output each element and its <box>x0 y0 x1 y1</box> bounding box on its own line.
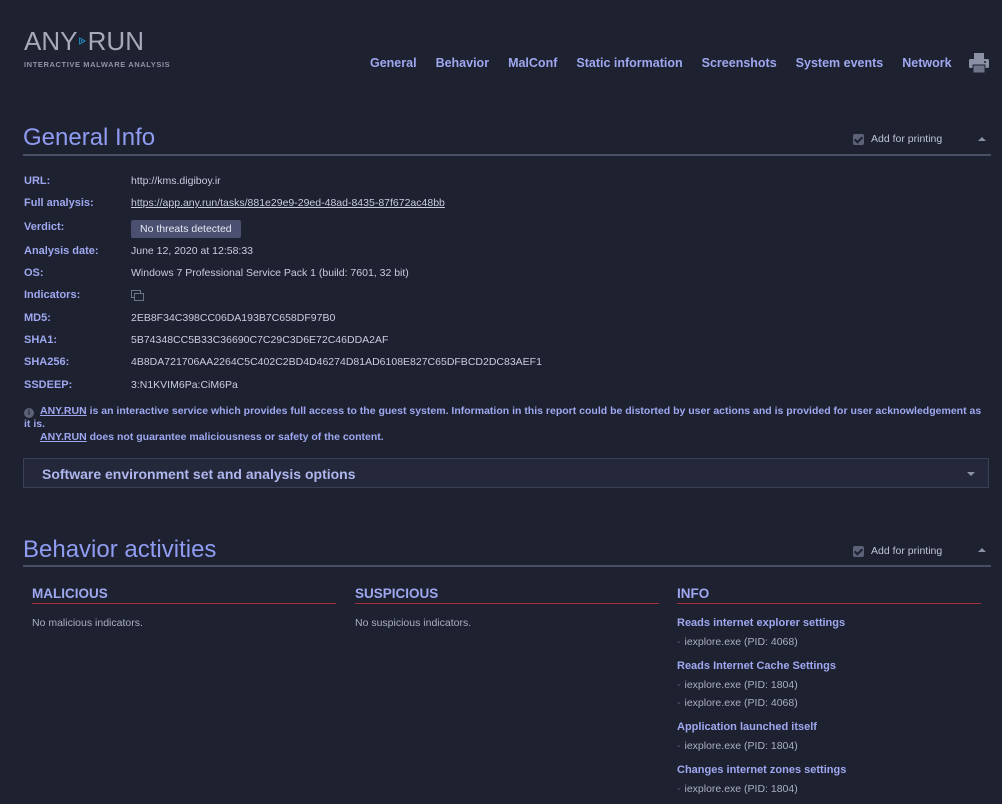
suspicious-empty: No suspicious indicators. <box>355 617 472 629</box>
general-print-label: Add for printing <box>871 133 943 145</box>
checkbox-checked-icon[interactable] <box>853 545 864 557</box>
indicators-stack-icon <box>131 290 144 301</box>
verdict-badge: No threats detected <box>131 220 241 238</box>
info-event-process[interactable]: - iexplore.exe (PID: 1804) <box>677 679 798 691</box>
nav-behavior[interactable]: Behavior <box>436 56 490 72</box>
info-event-process[interactable]: - iexplore.exe (PID: 1804) <box>677 783 798 795</box>
info-event-process[interactable]: - iexplore.exe (PID: 1804) <box>677 740 798 752</box>
logo-right-word: RUN <box>87 25 144 56</box>
software-environment-title: Software environment set and analysis op… <box>42 466 356 482</box>
os-value: Windows 7 Professional Service Pack 1 (b… <box>131 267 409 279</box>
info-event-title[interactable]: Reads Internet Cache Settings <box>677 660 836 672</box>
suspicious-rule <box>355 603 659 604</box>
notice-line-1: is an interactive service which provides… <box>24 405 982 430</box>
full-analysis-label: Full analysis: <box>24 197 94 209</box>
collapse-caret-icon[interactable] <box>978 548 986 552</box>
nav-general[interactable]: General <box>370 56 417 72</box>
ssdeep-value: 3:N1KVIM6Pa:CiM6Pa <box>131 379 238 391</box>
verdict-label: Verdict: <box>24 221 65 233</box>
nav-screenshots[interactable]: Screenshots <box>702 56 777 72</box>
suspicious-heading: SUSPICIOUS <box>355 586 439 601</box>
full-analysis-link[interactable]: https://app.any.run/tasks/881e29e9-29ed-… <box>131 197 445 209</box>
malicious-empty: No malicious indicators. <box>32 617 143 629</box>
sha1-label: SHA1: <box>24 334 58 346</box>
info-heading: INFO <box>677 586 710 601</box>
top-nav: General Behavior MalConf Static informat… <box>370 56 971 72</box>
info-event-title[interactable]: Reads internet explorer settings <box>677 617 845 629</box>
behavior-activities-title: Behavior activities <box>23 536 217 563</box>
logo-left-word: ANY <box>24 25 78 56</box>
nav-system-events[interactable]: System events <box>796 56 884 72</box>
checkbox-checked-icon[interactable] <box>853 133 864 145</box>
behavior-divider <box>23 565 991 567</box>
general-print-option[interactable]: Add for printing <box>853 133 942 145</box>
malicious-heading: MALICIOUS <box>32 586 108 601</box>
collapse-caret-icon[interactable] <box>978 137 986 141</box>
malicious-rule <box>32 603 336 604</box>
anyrun-link-1[interactable]: ANY.RUN <box>40 405 87 417</box>
anyrun-logo[interactable]: ANY RUN INTERACTIVE MALWARE ANALYSIS <box>24 24 171 74</box>
nav-static-information[interactable]: Static information <box>576 56 682 72</box>
sha1-value: 5B74348CC5B33C36690C7C29C3D6E72C46DDA2AF <box>131 334 389 346</box>
analysis-date-label: Analysis date: <box>24 245 99 257</box>
nav-network[interactable]: Network <box>902 56 951 72</box>
info-event-process[interactable]: - iexplore.exe (PID: 4068) <box>677 697 798 709</box>
general-info-title: General Info <box>23 124 156 151</box>
general-divider <box>23 154 991 156</box>
logo-tagline: INTERACTIVE MALWARE ANALYSIS <box>24 60 171 69</box>
url-label: URL: <box>24 175 51 187</box>
info-event-process[interactable]: - iexplore.exe (PID: 4068) <box>677 636 798 648</box>
behavior-print-label: Add for printing <box>871 545 943 557</box>
printer-icon[interactable] <box>968 52 990 74</box>
md5-value: 2EB8F34C398CC06DA193B7C658DF97B0 <box>131 312 336 324</box>
sha256-value: 4B8DA721706AA2264C5C402C2BD4D46274D81AD6… <box>131 356 542 368</box>
info-rule <box>677 603 981 604</box>
notice-line-2: does not guarantee maliciousness or safe… <box>86 431 384 443</box>
software-environment-toggle[interactable]: Software environment set and analysis op… <box>23 458 989 488</box>
info-icon: i <box>24 408 34 418</box>
md5-label: MD5: <box>24 312 51 324</box>
anyrun-link-2[interactable]: ANY.RUN <box>40 431 87 443</box>
info-event-title[interactable]: Changes internet zones settings <box>677 764 846 776</box>
indicators-label: Indicators: <box>24 289 81 301</box>
ssdeep-label: SSDEEP: <box>24 379 73 391</box>
sha256-label: SHA256: <box>24 356 70 368</box>
info-event-title[interactable]: Application launched itself <box>677 721 817 733</box>
url-value: http://kms.digiboy.ir <box>131 175 221 187</box>
behavior-print-option[interactable]: Add for printing <box>853 545 942 557</box>
logo-play-icon <box>79 37 87 45</box>
os-label: OS: <box>24 267 44 279</box>
expand-caret-icon <box>967 472 975 476</box>
nav-malconf[interactable]: MalConf <box>508 56 557 72</box>
disclaimer-notice: i ANY.RUN is an interactive service which… <box>24 405 984 444</box>
analysis-date-value: June 12, 2020 at 12:58:33 <box>131 245 254 257</box>
